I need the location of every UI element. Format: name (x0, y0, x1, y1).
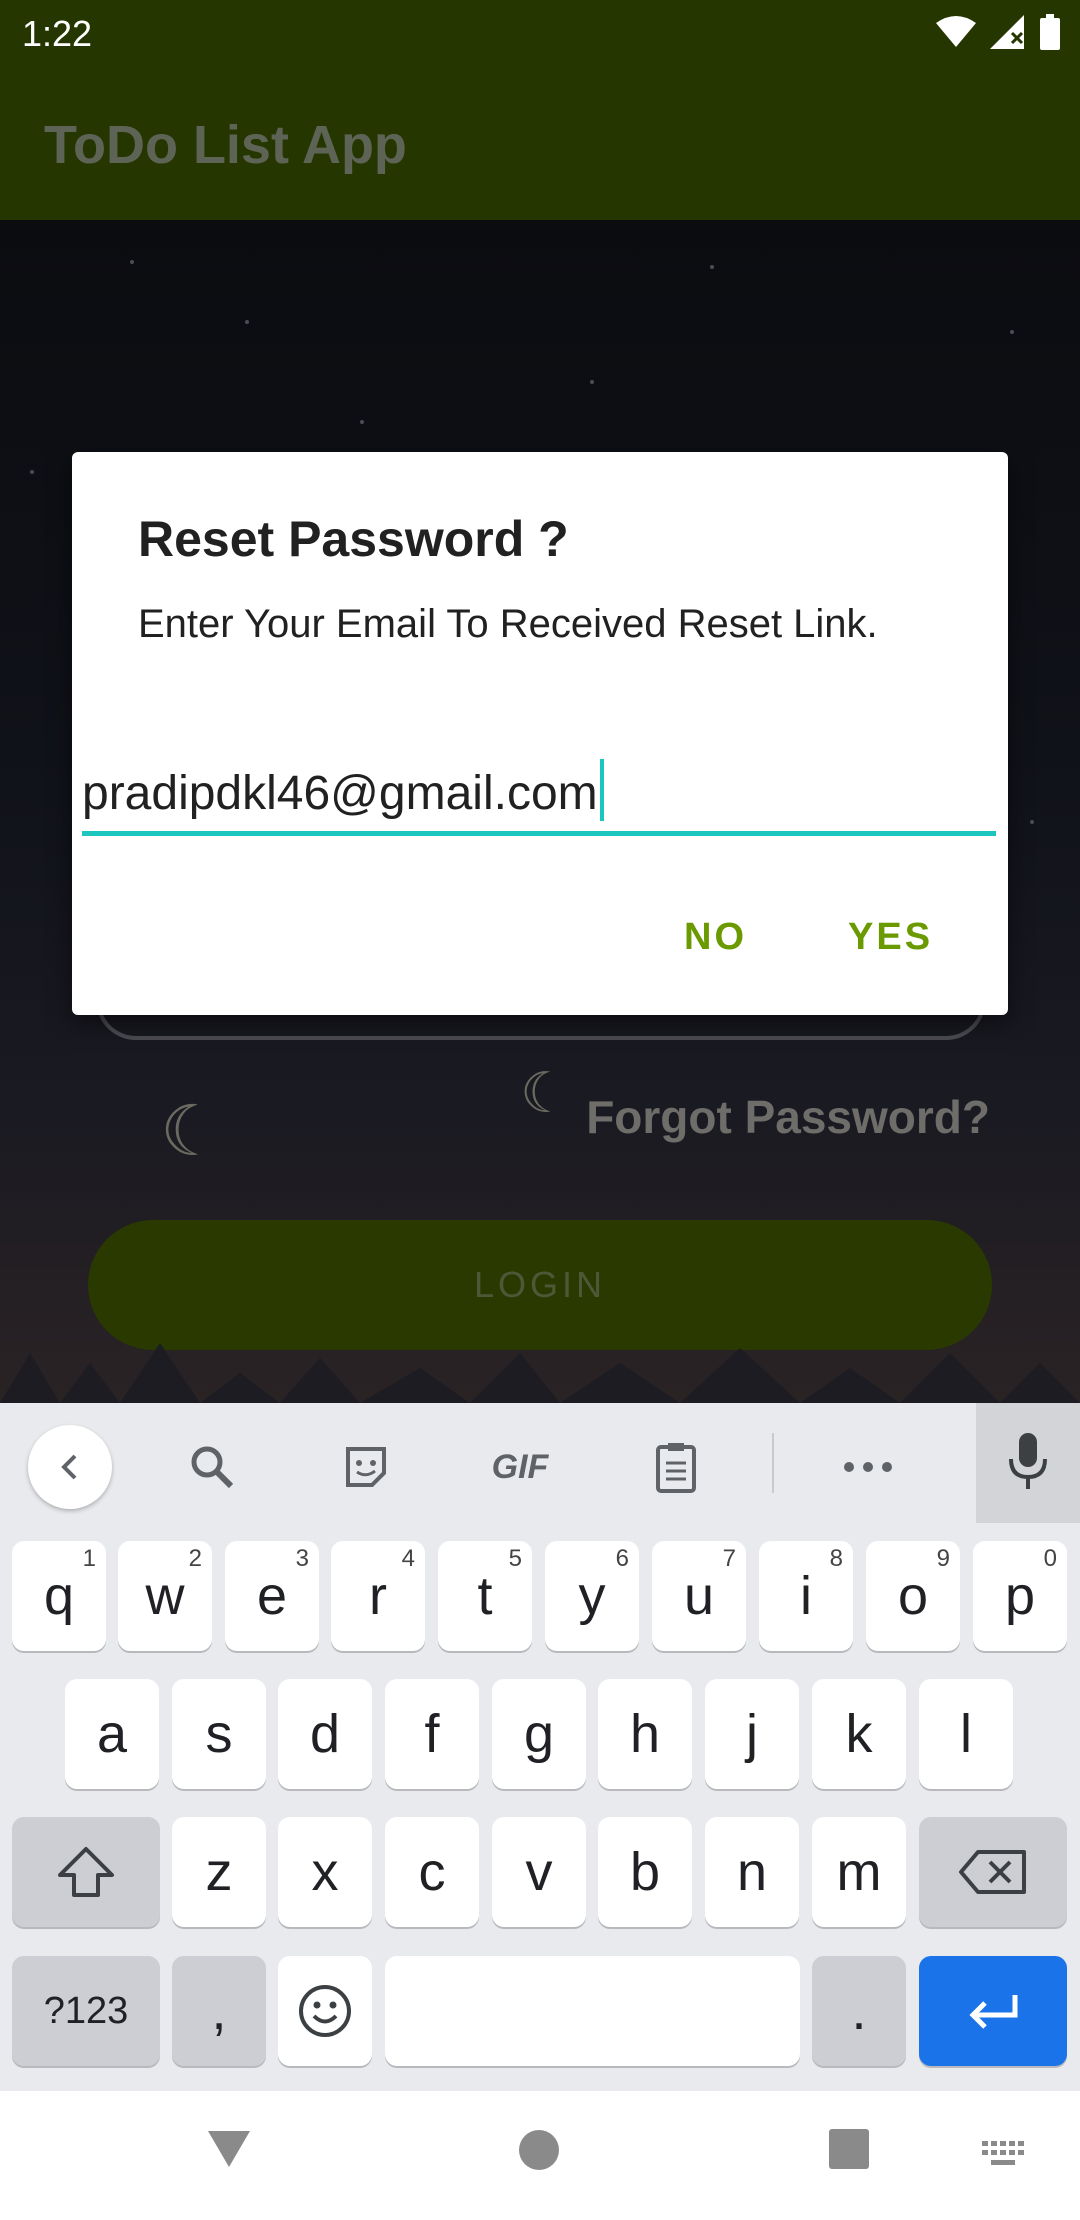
email-input-value: pradipdkl46@gmail.com (82, 767, 598, 820)
key-h[interactable]: h (598, 1679, 692, 1789)
chevron-left-icon (61, 1454, 77, 1480)
app-bar: ToDo List App (0, 68, 1080, 220)
text-cursor (599, 759, 604, 821)
email-input[interactable]: pradipdkl46@gmail.com (82, 758, 996, 836)
emoji-icon (299, 1985, 351, 2037)
status-time: 1:22 (22, 13, 93, 54)
clipboard-icon (656, 1443, 696, 1493)
key-l[interactable]: l (919, 1679, 1013, 1789)
keyboard: GIF q1 w2 e3 r4 t5 y6 u7 i8 o9 p0 a s d … (0, 1403, 1080, 2091)
keyboard-toolbar: GIF (0, 1403, 1080, 1523)
key-y[interactable]: y6 (545, 1541, 639, 1651)
trees-decoration (0, 1343, 1080, 1403)
key-t[interactable]: t5 (438, 1541, 532, 1651)
star-decoration (1030, 820, 1034, 824)
key-z[interactable]: z (172, 1817, 266, 1927)
key-a[interactable]: a (65, 1679, 159, 1789)
battery-icon (1040, 14, 1060, 55)
backspace-icon (959, 1850, 1026, 1894)
key-s[interactable]: s (172, 1679, 266, 1789)
star-decoration (30, 470, 34, 474)
status-bar: 1:22 (0, 0, 1080, 68)
star-decoration (245, 320, 249, 324)
key-i[interactable]: i8 (759, 1541, 853, 1651)
nav-back-triangle-icon (208, 2131, 250, 2167)
nav-back-button[interactable] (206, 2129, 252, 2169)
keyboard-icon (982, 2141, 1024, 2165)
key-d[interactable]: d (278, 1679, 372, 1789)
star-decoration (590, 380, 594, 384)
key-m[interactable]: m (812, 1817, 906, 1927)
key-o[interactable]: o9 (866, 1541, 960, 1651)
no-button[interactable]: NO (684, 916, 747, 959)
enter-key[interactable] (919, 1956, 1067, 2066)
keyboard-voice-button[interactable] (976, 1403, 1080, 1523)
space-key[interactable] (385, 1956, 800, 2066)
period-key[interactable]: . (812, 1956, 906, 2066)
nav-home-button[interactable] (518, 2129, 560, 2171)
backspace-key[interactable] (919, 1817, 1067, 1927)
key-b[interactable]: b (598, 1817, 692, 1927)
moon-decoration: ☾ (160, 1092, 223, 1170)
key-g[interactable]: g (492, 1679, 586, 1789)
dialog-title: Reset Password ? (138, 511, 569, 567)
key-v[interactable]: v (492, 1817, 586, 1927)
keyboard-sticker-button[interactable] (324, 1425, 408, 1509)
key-f[interactable]: f (385, 1679, 479, 1789)
symbols-key[interactable]: ?123 (12, 1956, 160, 2066)
sticker-icon (346, 1447, 386, 1487)
more-horizontal-icon (844, 1462, 892, 1472)
star-decoration (130, 260, 134, 264)
keyboard-back-button[interactable] (28, 1425, 112, 1509)
key-w[interactable]: w2 (118, 1541, 212, 1651)
reset-password-dialog: Reset Password ? Enter Your Email To Rec… (72, 452, 1008, 1015)
wifi-icon (936, 15, 976, 54)
status-icons (936, 14, 1060, 55)
login-button[interactable]: LOGIN (88, 1220, 992, 1350)
key-u[interactable]: u7 (652, 1541, 746, 1651)
keyboard-clipboard-button[interactable] (634, 1425, 718, 1509)
keyboard-gif-button[interactable]: GIF (478, 1425, 562, 1509)
star-decoration (360, 420, 364, 424)
app-title: ToDo List App (44, 115, 407, 175)
microphone-icon (1009, 1433, 1047, 1489)
nav-recents-square-icon (829, 2129, 869, 2169)
enter-arrow-icon (969, 1995, 1018, 2029)
key-q[interactable]: q1 (12, 1541, 106, 1651)
toolbar-divider (772, 1433, 774, 1493)
moon-decoration: ☾ (520, 1061, 571, 1124)
keyboard-more-button[interactable] (826, 1425, 910, 1509)
key-j[interactable]: j (705, 1679, 799, 1789)
key-k[interactable]: k (812, 1679, 906, 1789)
key-n[interactable]: n (705, 1817, 799, 1927)
gif-label: GIF (491, 1447, 549, 1486)
dialog-message: Enter Your Email To Received Reset Link. (138, 602, 878, 646)
nav-home-circle-icon (519, 2130, 559, 2170)
key-c[interactable]: c (385, 1817, 479, 1927)
key-p[interactable]: p0 (973, 1541, 1067, 1651)
yes-button[interactable]: YES (848, 916, 933, 959)
search-icon (191, 1446, 234, 1489)
star-decoration (1010, 330, 1014, 334)
shift-key[interactable] (12, 1817, 160, 1927)
keyboard-switch-button[interactable] (982, 2141, 1026, 2169)
nav-recents-button[interactable] (829, 2129, 869, 2169)
key-e[interactable]: e3 (225, 1541, 319, 1651)
navigation-bar (0, 2091, 1080, 2220)
emoji-key[interactable] (278, 1956, 372, 2066)
cell-signal-icon (990, 15, 1026, 54)
key-r[interactable]: r4 (331, 1541, 425, 1651)
keyboard-search-button[interactable] (170, 1425, 254, 1509)
shift-icon (58, 1847, 114, 1897)
key-x[interactable]: x (278, 1817, 372, 1927)
comma-key[interactable]: , (172, 1956, 266, 2066)
forgot-password-link[interactable]: Forgot Password? (586, 1090, 990, 1144)
star-decoration (710, 265, 714, 269)
